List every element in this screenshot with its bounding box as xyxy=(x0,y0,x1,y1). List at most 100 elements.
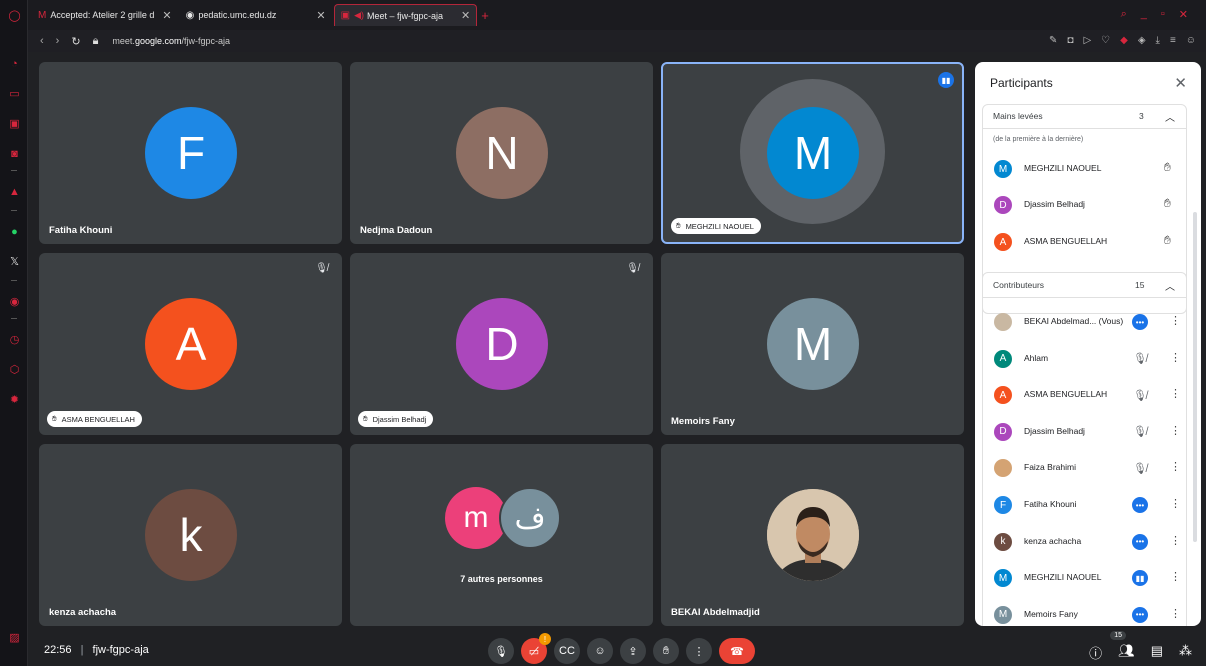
list-item[interactable]: M MEGHZILI NAOUEL ▮▮ ⋮ xyxy=(982,560,1187,596)
hand-icon[interactable]: ✋︎ xyxy=(1164,233,1171,248)
opera-logo-icon[interactable]: ◯ xyxy=(8,10,21,23)
workspace-icon[interactable]: ▭ xyxy=(8,88,21,101)
tile-djassim[interactable]: 🎙︎̸ D ✋︎ Djassim Belhadj xyxy=(350,253,653,435)
raised-hand-chip: ✋︎ MEGHZILI NAOUEL xyxy=(671,218,761,234)
list-item[interactable]: k kenza achacha ••• ⋮ xyxy=(982,524,1187,560)
more-vert-icon[interactable]: ⋮ xyxy=(1170,570,1181,583)
people-button[interactable]: 15 👥︎ xyxy=(1110,631,1135,662)
list-item[interactable]: A Ahlam 🎙︎̸ ⋮ xyxy=(982,341,1187,377)
more-vert-icon[interactable]: ⋮ xyxy=(1170,534,1181,547)
list-item[interactable]: M Memoirs Fany ••• ⋮ xyxy=(982,597,1187,626)
twitch-icon[interactable]: ▣ xyxy=(8,118,21,131)
hand-icon[interactable]: ✋︎ xyxy=(1164,196,1171,211)
tile-asma[interactable]: 🎙︎̸ A ✋︎ ASMA BENGUELLAH xyxy=(39,253,342,435)
more-vert-icon[interactable]: ⋮ xyxy=(1170,351,1181,364)
settings-icon[interactable]: ✹ xyxy=(8,394,21,407)
menu-icon[interactable]: ≡ xyxy=(1170,35,1176,46)
list-item[interactable]: F Fatiha Khouni ••• ⋮ xyxy=(982,487,1187,523)
hand-icon[interactable]: ✋︎ xyxy=(1164,160,1171,175)
tab-close-icon[interactable]: ✕ xyxy=(316,9,325,22)
reload-icon[interactable]: ↻ xyxy=(71,35,80,48)
url-field[interactable]: meet.google.com/fjw-fgpc-aja xyxy=(112,36,230,46)
more-vert-icon[interactable]: ⋮ xyxy=(1170,607,1181,620)
more-vert-icon[interactable]: ⋮ xyxy=(1170,460,1181,473)
tab-meet[interactable]: ▣ ◀) Meet – fjw-fgpc-aja ✕ xyxy=(333,4,478,26)
participant-name: MEGHZILI NAOUEL xyxy=(1024,572,1102,583)
download-icon[interactable]: ⤓ xyxy=(1156,35,1160,46)
close-icon[interactable]: ✕ xyxy=(1174,74,1187,92)
participant-count-badge: 15 xyxy=(1110,631,1126,640)
clock-time: 22:56 xyxy=(44,644,72,656)
tab-gmail[interactable]: M Accepted: Atelier 2 grille d ✕ xyxy=(32,4,178,26)
tile-meghzili[interactable]: M ▮▮ ✋︎ MEGHZILI NAOUEL xyxy=(661,62,964,244)
list-item[interactable]: A ASMA BENGUELLAH 🎙︎̸ ⋮ xyxy=(982,377,1187,413)
vpn-icon[interactable]: ◆ xyxy=(1120,35,1128,46)
x-icon[interactable]: 𝕏 xyxy=(8,256,21,269)
tile-bekai[interactable]: BEKAI Abdelmadjid xyxy=(661,444,964,626)
list-item[interactable]: BEKAI Abdelmad... (Vous) ••• ⋮ xyxy=(982,304,1187,340)
player-icon[interactable]: ◉ xyxy=(8,296,21,309)
camera-icon[interactable]: ◘ xyxy=(1067,35,1073,46)
aria-icon[interactable]: ▲ xyxy=(8,186,21,199)
back-icon[interactable]: ‹ xyxy=(40,35,44,47)
speaker-icon: ◀) xyxy=(354,10,364,20)
list-item[interactable]: A ASMA BENGUELLAH ✋︎ xyxy=(982,224,1187,260)
chat-icon[interactable]: ▤ xyxy=(1151,643,1163,662)
tile-fatiha[interactable]: F Fatiha Khouni xyxy=(39,62,342,244)
info-icon[interactable]: ⓘ xyxy=(1089,643,1102,662)
mic-off-icon: 🎙︎̸ xyxy=(1133,353,1147,366)
tile-memoirs[interactable]: M Memoirs Fany xyxy=(661,253,964,435)
play-icon[interactable]: ▷ xyxy=(1083,35,1091,46)
tile-kenza[interactable]: k kenza achacha xyxy=(39,444,342,626)
reactions-button[interactable]: ☺ xyxy=(587,638,613,664)
meeting-info: 22:56 | fjw-fgpc-aja xyxy=(44,644,149,656)
captions-button[interactable]: CC xyxy=(554,638,580,664)
speaking-icon: ▮▮ xyxy=(938,72,954,88)
history-icon[interactable]: ◷ xyxy=(8,334,21,347)
extensions-icon[interactable]: ⬡ xyxy=(8,364,21,377)
tile-name: Memoirs Fany xyxy=(671,416,735,427)
leave-call-button[interactable]: ☎ xyxy=(719,638,755,664)
contributors-count: 15 xyxy=(1135,280,1145,290)
tab-close-icon[interactable]: ✕ xyxy=(461,9,470,22)
more-options-button[interactable]: ⋮ xyxy=(686,638,712,664)
tile-others[interactable]: m ف 7 autres personnes xyxy=(350,444,653,626)
raise-hand-button[interactable]: ✋︎ xyxy=(653,638,679,664)
present-button[interactable]: ⇪ xyxy=(620,638,646,664)
box-icon[interactable]: ◈ xyxy=(1138,35,1146,46)
edit-icon[interactable]: ✎ xyxy=(1049,35,1057,46)
list-item[interactable]: D Djassim Belhadj ✋︎ xyxy=(982,187,1187,223)
close-window-icon[interactable]: ✕ xyxy=(1179,8,1188,21)
whatsapp-icon[interactable]: ● xyxy=(8,226,21,239)
activities-icon[interactable]: ⁂ xyxy=(1179,643,1192,662)
tab-close-icon[interactable]: ✕ xyxy=(162,9,171,22)
camera-button[interactable]: ▭̸! xyxy=(521,633,551,664)
wallpaper-icon[interactable]: ▨ xyxy=(8,632,21,645)
list-item[interactable]: Faiza Brahimi 🎙︎̸ ⋮ xyxy=(982,450,1187,486)
scrollbar[interactable] xyxy=(1193,212,1197,542)
instagram-icon[interactable]: ◙ xyxy=(8,148,21,161)
mic-button[interactable]: 🎙︎ xyxy=(488,638,514,664)
list-item[interactable]: M MEGHZILI NAOUEL ✋︎ xyxy=(982,151,1187,187)
heart-icon[interactable]: ♡ xyxy=(1101,35,1110,46)
profile-icon[interactable]: ☺ xyxy=(1186,35,1196,46)
more-vert-icon[interactable]: ⋮ xyxy=(1170,497,1181,510)
raised-hand-chip: ✋︎ Djassim Belhadj xyxy=(358,411,434,427)
more-vert-icon[interactable]: ⋮ xyxy=(1170,314,1181,327)
new-tab-icon[interactable]: + xyxy=(481,8,489,23)
search-icon[interactable]: ⌕ xyxy=(1121,8,1127,21)
chevron-up-icon[interactable]: ︿ xyxy=(1165,278,1175,293)
minimize-icon[interactable]: _ xyxy=(1141,8,1147,21)
tile-nedjma[interactable]: N Nedjma Dadoun xyxy=(350,62,653,244)
list-item[interactable]: D Djassim Belhadj 🎙︎̸ ⋮ xyxy=(982,414,1187,450)
more-vert-icon[interactable]: ⋮ xyxy=(1170,424,1181,437)
tile-name: BEKAI Abdelmadjid xyxy=(671,607,760,618)
maximize-icon[interactable]: ▫ xyxy=(1161,8,1165,21)
more-vert-icon[interactable]: ⋮ xyxy=(1170,387,1181,400)
tab-pedatic[interactable]: ◉ pedatic.umc.edu.dz ✕ xyxy=(180,4,332,26)
forward-icon[interactable]: › xyxy=(56,35,60,47)
speed-dial-icon[interactable]: ◔ xyxy=(8,58,21,71)
chevron-up-icon[interactable]: ︿ xyxy=(1165,109,1175,124)
panel-title: Participants xyxy=(990,76,1053,90)
participants-panel: Participants ✕ Mains levées 3 ︿ (de la p… xyxy=(975,62,1201,626)
